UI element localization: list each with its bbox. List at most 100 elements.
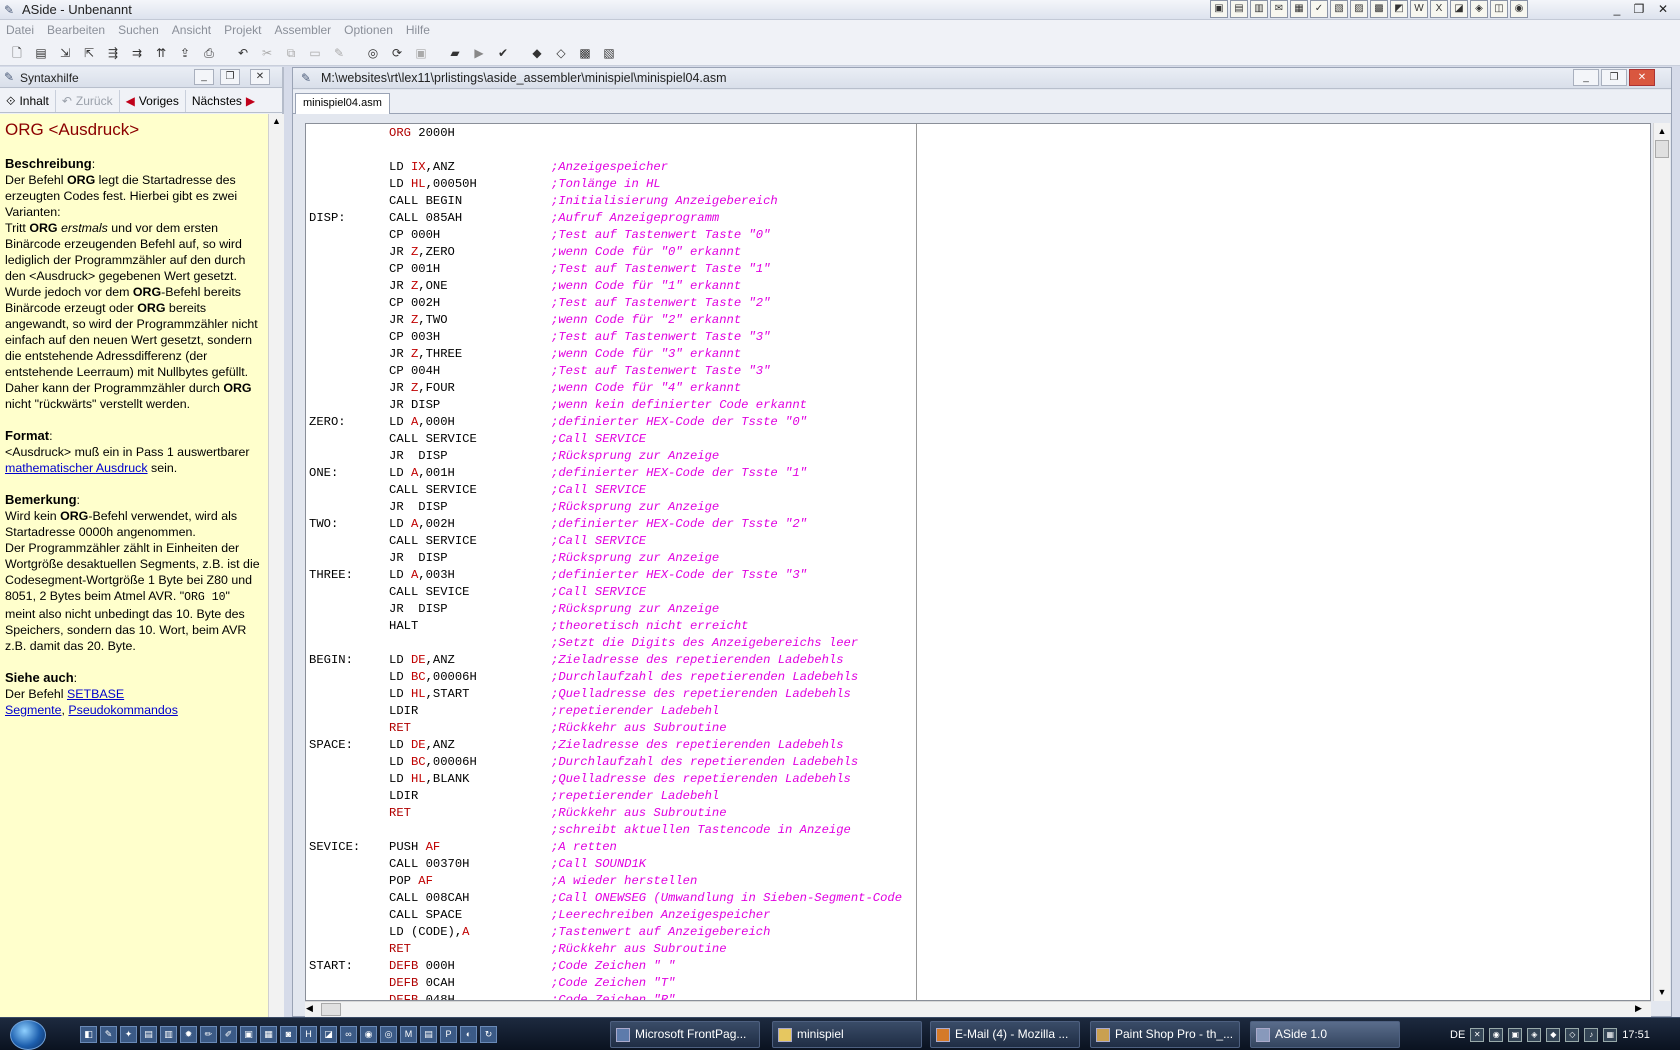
task-minispiel[interactable]: minispiel xyxy=(772,1021,922,1048)
task-frontpage[interactable]: Microsoft FrontPag... xyxy=(610,1021,760,1048)
menu-suchen[interactable]: Suchen xyxy=(118,20,166,40)
contents-button[interactable]: ⟐ Inhalt xyxy=(0,89,56,112)
find-icon[interactable]: ◎ xyxy=(364,44,382,62)
menu-bearbeiten[interactable]: Bearbeiten xyxy=(47,20,112,40)
quicklaunch-icon[interactable]: ◧ xyxy=(80,1026,97,1043)
close-button[interactable]: ✕ xyxy=(1652,1,1674,18)
tray-icon[interactable]: ◈ xyxy=(1527,1028,1542,1042)
app-shortcut-icon[interactable]: ◈ xyxy=(1470,0,1488,18)
app-shortcut-icon[interactable]: ✓ xyxy=(1310,0,1328,18)
tray-icon[interactable]: ◇ xyxy=(1565,1028,1580,1042)
scroll-right-icon[interactable]: ▶ xyxy=(1635,1003,1642,1014)
menu-projekt[interactable]: Projekt xyxy=(224,20,268,40)
quicklaunch-icon[interactable]: ◎ xyxy=(380,1026,397,1043)
quicklaunch-icon[interactable]: ◙ xyxy=(280,1026,297,1043)
menu-optionen[interactable]: Optionen xyxy=(344,20,400,40)
save-as-icon[interactable]: ⇈ xyxy=(152,44,170,62)
print-icon[interactable]: ⎙ xyxy=(200,44,218,62)
help-scrollbar[interactable]: ▲ xyxy=(268,114,284,1017)
cut-icon[interactable]: ✂ xyxy=(258,44,276,62)
task-paintshop[interactable]: Paint Shop Pro - th_... xyxy=(1090,1021,1240,1048)
scroll-up-icon[interactable]: ▲ xyxy=(272,116,281,126)
setbase-link[interactable]: SETBASE xyxy=(67,687,124,701)
assemble-icon[interactable]: ✔ xyxy=(494,44,512,62)
minimize-button[interactable]: _ xyxy=(1606,1,1628,18)
quicklaunch-icon[interactable]: ✐ xyxy=(220,1026,237,1043)
quicklaunch-icon[interactable]: H xyxy=(300,1026,317,1043)
clear-icon[interactable]: ◇ xyxy=(552,44,570,62)
edit-icon[interactable]: ✎ xyxy=(330,44,348,62)
tab-minispiel04[interactable]: minispiel04.asm xyxy=(295,93,390,114)
vertical-scrollbar[interactable]: ▲ ▼ xyxy=(1653,123,1670,1001)
app-shortcut-icon[interactable]: ◪ xyxy=(1450,0,1468,18)
save-icon[interactable]: ⇶ xyxy=(104,44,122,62)
new-project-icon[interactable]: ▤ xyxy=(32,44,50,62)
menu-hilfe[interactable]: Hilfe xyxy=(406,20,437,40)
paste-icon[interactable]: ▭ xyxy=(306,44,324,62)
quicklaunch-icon[interactable]: ∞ xyxy=(340,1026,357,1043)
back-button[interactable]: ↶ Zurück xyxy=(56,89,120,112)
scroll-thumb[interactable] xyxy=(321,1003,341,1016)
editor-minimize-button[interactable]: _ xyxy=(1573,69,1599,86)
quicklaunch-icon[interactable]: ▥ xyxy=(160,1026,177,1043)
quicklaunch-icon[interactable]: ▤ xyxy=(140,1026,157,1043)
app-shortcut-icon[interactable]: ▣ xyxy=(1210,0,1228,18)
scroll-left-icon[interactable]: ◀ xyxy=(306,1003,313,1014)
new-file-icon[interactable]: 🗋 xyxy=(8,44,26,62)
scroll-thumb[interactable] xyxy=(1655,140,1669,158)
app-shortcut-icon[interactable]: ◉ xyxy=(1510,0,1528,18)
help-index-icon[interactable]: ▧ xyxy=(600,44,618,62)
quicklaunch-icon[interactable]: ◪ xyxy=(320,1026,337,1043)
project-folder-icon[interactable]: ▰ xyxy=(446,44,464,62)
app-shortcut-icon[interactable]: ▩ xyxy=(1370,0,1388,18)
previous-button[interactable]: ◀ Voriges xyxy=(120,89,186,112)
panel-close-button[interactable]: ✕ xyxy=(250,69,270,85)
app-shortcut-icon[interactable]: ◫ xyxy=(1490,0,1508,18)
math-expression-link[interactable]: mathematischer Ausdruck xyxy=(5,461,148,475)
quicklaunch-icon[interactable]: ▤ xyxy=(420,1026,437,1043)
segments-link[interactable]: Segmente xyxy=(5,703,61,717)
horizontal-scrollbar[interactable]: ◀ ▶ xyxy=(305,1001,1651,1017)
tray-icon[interactable]: ▣ xyxy=(1508,1028,1523,1042)
network-icon[interactable]: ▦ xyxy=(1603,1028,1618,1042)
open-project-icon[interactable]: ⇱ xyxy=(80,44,98,62)
undo-icon[interactable]: ↶ xyxy=(234,44,252,62)
editor-restore-button[interactable]: ❐ xyxy=(1601,69,1627,86)
clock[interactable]: 17:51 xyxy=(1622,1029,1650,1041)
menu-ansicht[interactable]: Ansicht xyxy=(172,20,218,40)
quicklaunch-icon[interactable]: ✏ xyxy=(200,1026,217,1043)
quicklaunch-icon[interactable]: M xyxy=(400,1026,417,1043)
next-button[interactable]: Nächstes ▶ xyxy=(186,90,261,112)
copy-icon[interactable]: ⧉ xyxy=(282,44,300,62)
tray-icon[interactable]: ✕ xyxy=(1470,1028,1485,1042)
panel-minimize-button[interactable]: _ xyxy=(194,69,214,85)
replace-icon[interactable]: ⟳ xyxy=(388,44,406,62)
quicklaunch-icon[interactable]: P xyxy=(440,1026,457,1043)
open-icon[interactable]: ⇲ xyxy=(56,44,74,62)
tray-icon[interactable]: ◆ xyxy=(1546,1028,1561,1042)
scroll-up-icon[interactable]: ▲ xyxy=(1655,124,1669,138)
app-shortcut-icon[interactable]: ▤ xyxy=(1230,0,1248,18)
run-icon[interactable]: ▶ xyxy=(470,44,488,62)
app-shortcut-icon[interactable]: ◩ xyxy=(1390,0,1408,18)
quicklaunch-icon[interactable]: ◉ xyxy=(360,1026,377,1043)
task-aside[interactable]: ASide 1.0 xyxy=(1250,1021,1400,1048)
quicklaunch-icon[interactable]: ↻ xyxy=(480,1026,497,1043)
volume-icon[interactable]: ♪ xyxy=(1584,1028,1599,1042)
panel-restore-button[interactable]: ❐ xyxy=(220,69,240,85)
task-email[interactable]: E-Mail (4) - Mozilla ... xyxy=(930,1021,1080,1048)
code-editor[interactable]: ORG 2000H LD IX,ANZ ;Anzeigespeicher LD HL,… xyxy=(305,123,1651,1001)
app-shortcut-icon[interactable]: ▧ xyxy=(1330,0,1348,18)
quicklaunch-icon[interactable]: ✹ xyxy=(180,1026,197,1043)
find-next-icon[interactable]: ▣ xyxy=(412,44,430,62)
quicklaunch-icon[interactable]: ✎ xyxy=(100,1026,117,1043)
quicklaunch-icon[interactable]: ▣ xyxy=(240,1026,257,1043)
eraser-icon[interactable]: ◆ xyxy=(528,44,546,62)
restore-button[interactable]: ❐ xyxy=(1628,1,1650,18)
app-shortcut-icon[interactable]: W xyxy=(1410,0,1428,18)
help-book-icon[interactable]: ▩ xyxy=(576,44,594,62)
start-button[interactable] xyxy=(10,1020,46,1050)
menu-datei[interactable]: Datei xyxy=(6,20,41,40)
app-shortcut-icon[interactable]: ▥ xyxy=(1250,0,1268,18)
app-shortcut-icon[interactable]: ▦ xyxy=(1290,0,1308,18)
